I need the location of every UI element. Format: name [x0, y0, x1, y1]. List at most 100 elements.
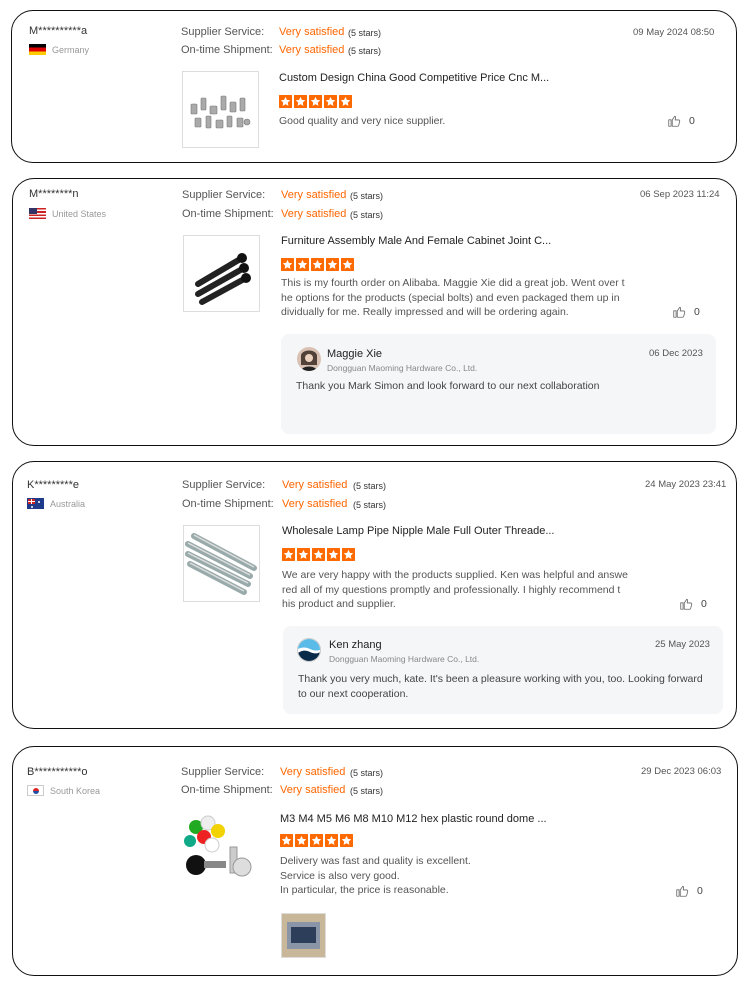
product-thumbnail[interactable] [183, 525, 260, 602]
star-icon [339, 95, 352, 108]
review-card: M**********a Germany Supplier Service: V… [11, 10, 737, 163]
product-title-link[interactable]: Wholesale Lamp Pipe Nipple Male Full Out… [282, 525, 555, 537]
review-text-line: his product and supplier. [282, 598, 396, 610]
country-label: United States [52, 208, 107, 219]
reply-company: Dongguan Maoming Hardware Co., Ltd. [329, 654, 480, 664]
avatar [297, 347, 321, 371]
supplier-service-value: Very satisfied [282, 479, 348, 491]
supplier-service-stars: (5 stars) [348, 28, 382, 38]
review-photo[interactable] [281, 913, 326, 958]
star-icon [342, 548, 355, 561]
star-icon [311, 258, 324, 271]
south-korea-flag-icon [27, 785, 44, 796]
reviewer-country: United States [29, 208, 106, 219]
shipment-label: On-time Shipment: [181, 44, 273, 56]
reviewer-name: M**********a [29, 25, 88, 37]
product-thumbnail[interactable] [182, 813, 259, 890]
star-icon [279, 95, 292, 108]
supplier-service-value: Very satisfied [280, 766, 346, 778]
supplier-service-value: Very satisfied [279, 26, 345, 38]
supplier-service-value: Very satisfied [281, 189, 347, 201]
shipment-label: On-time Shipment: [182, 498, 274, 510]
like-button[interactable]: 0 [679, 597, 707, 611]
star-icon [282, 548, 295, 561]
product-thumbnail[interactable] [182, 71, 259, 148]
star-icon [324, 95, 337, 108]
thumbs-up-icon [672, 305, 686, 319]
star-icon [325, 834, 338, 847]
country-label: Australia [50, 498, 86, 509]
star-icon [296, 258, 309, 271]
review-text-line: In particular, the price is reasonable. [280, 884, 449, 896]
like-count: 0 [701, 598, 707, 610]
review-text: Good quality and very nice supplier. [279, 115, 446, 127]
supplier-service-stars: (5 stars) [350, 768, 384, 778]
review-card: M********n United States Supplier Servic… [12, 178, 737, 446]
thumbs-up-icon [675, 884, 689, 898]
country-label: Germany [52, 44, 90, 55]
star-icon [280, 834, 293, 847]
supplier-service-label: Supplier Service: [181, 26, 265, 38]
supplier-service-label: Supplier Service: [181, 766, 265, 778]
country-label: South Korea [50, 785, 101, 796]
star-icon [340, 834, 353, 847]
reply-author: Maggie Xie [327, 348, 383, 360]
australia-flag-icon [27, 498, 44, 509]
shipment-value: Very satisfied [280, 784, 346, 796]
star-icon [326, 258, 339, 271]
review-card: B***********o South Korea Supplier Servi… [12, 746, 738, 976]
review-text: We are very happy with the products supp… [282, 568, 642, 612]
review-text-line: This is my fourth order on Alibaba. Magg… [281, 277, 625, 289]
rating-stars [280, 834, 353, 847]
product-title-link[interactable]: M3 M4 M5 M6 M8 M10 M12 hex plastic round… [280, 813, 547, 825]
reviewer-country: Germany [29, 44, 89, 55]
review-text-line: Delivery was fast and quality is excelle… [280, 855, 471, 867]
review-card: K*********e Australia Supplier Service: … [12, 461, 737, 729]
product-title-link[interactable]: Furniture Assembly Male And Female Cabin… [281, 235, 551, 247]
reply-date: 06 Dec 2023 [649, 348, 703, 359]
like-button[interactable]: 0 [675, 884, 703, 898]
star-icon [327, 548, 340, 561]
shipment-stars: (5 stars) [350, 786, 384, 796]
reviewer-country: Australia [27, 498, 85, 509]
like-button[interactable]: 0 [667, 114, 695, 128]
star-icon [341, 258, 354, 271]
reviewer-name: B***********o [27, 766, 88, 778]
us-flag-icon [29, 208, 46, 219]
shipment-stars: (5 stars) [348, 46, 382, 56]
supplier-service-label: Supplier Service: [182, 479, 266, 491]
germany-flag-icon [29, 44, 46, 55]
supplier-service-label: Supplier Service: [182, 189, 266, 201]
review-date: 06 Sep 2023 11:24 [640, 189, 720, 200]
star-icon [310, 834, 323, 847]
star-icon [294, 95, 307, 108]
like-count: 0 [694, 306, 700, 318]
review-date: 29 Dec 2023 06:03 [641, 766, 722, 777]
reviewer-country: South Korea [27, 785, 100, 796]
reply-text: Thank you Mark Simon and look forward to… [296, 380, 600, 392]
avatar [297, 638, 321, 662]
thumbs-up-icon [667, 114, 681, 128]
rating-stars [282, 548, 355, 561]
review-text: Delivery was fast and quality is excelle… [280, 854, 620, 898]
review-text-line: he options for the products (special bol… [281, 291, 620, 304]
star-icon [281, 258, 294, 271]
reviewer-name: K*********e [27, 479, 79, 491]
review-text: This is my fourth order on Alibaba. Magg… [281, 276, 631, 320]
review-date: 09 May 2024 08:50 [633, 27, 715, 38]
reply-text-line: Thank you very much, kate. It's been a p… [298, 673, 703, 685]
supplier-reply: Ken zhang Dongguan Maoming Hardware Co.,… [283, 626, 723, 714]
reply-date: 25 May 2023 [655, 639, 710, 650]
like-button[interactable]: 0 [672, 305, 700, 319]
reply-company: Dongguan Maoming Hardware Co., Ltd. [327, 363, 478, 373]
product-thumbnail[interactable] [183, 235, 260, 312]
review-text-line: We are very happy with the products supp… [282, 569, 628, 581]
rating-stars [279, 95, 352, 108]
reply-text: Thank you very much, kate. It's been a p… [298, 672, 718, 701]
shipment-value: Very satisfied [282, 498, 348, 510]
product-title-link[interactable]: Custom Design China Good Competitive Pri… [279, 72, 549, 84]
review-text-line: red all of my questions promptly and pro… [282, 583, 621, 596]
supplier-reply: Maggie Xie Dongguan Maoming Hardware Co.… [281, 334, 716, 434]
like-count: 0 [689, 115, 695, 127]
star-icon [297, 548, 310, 561]
